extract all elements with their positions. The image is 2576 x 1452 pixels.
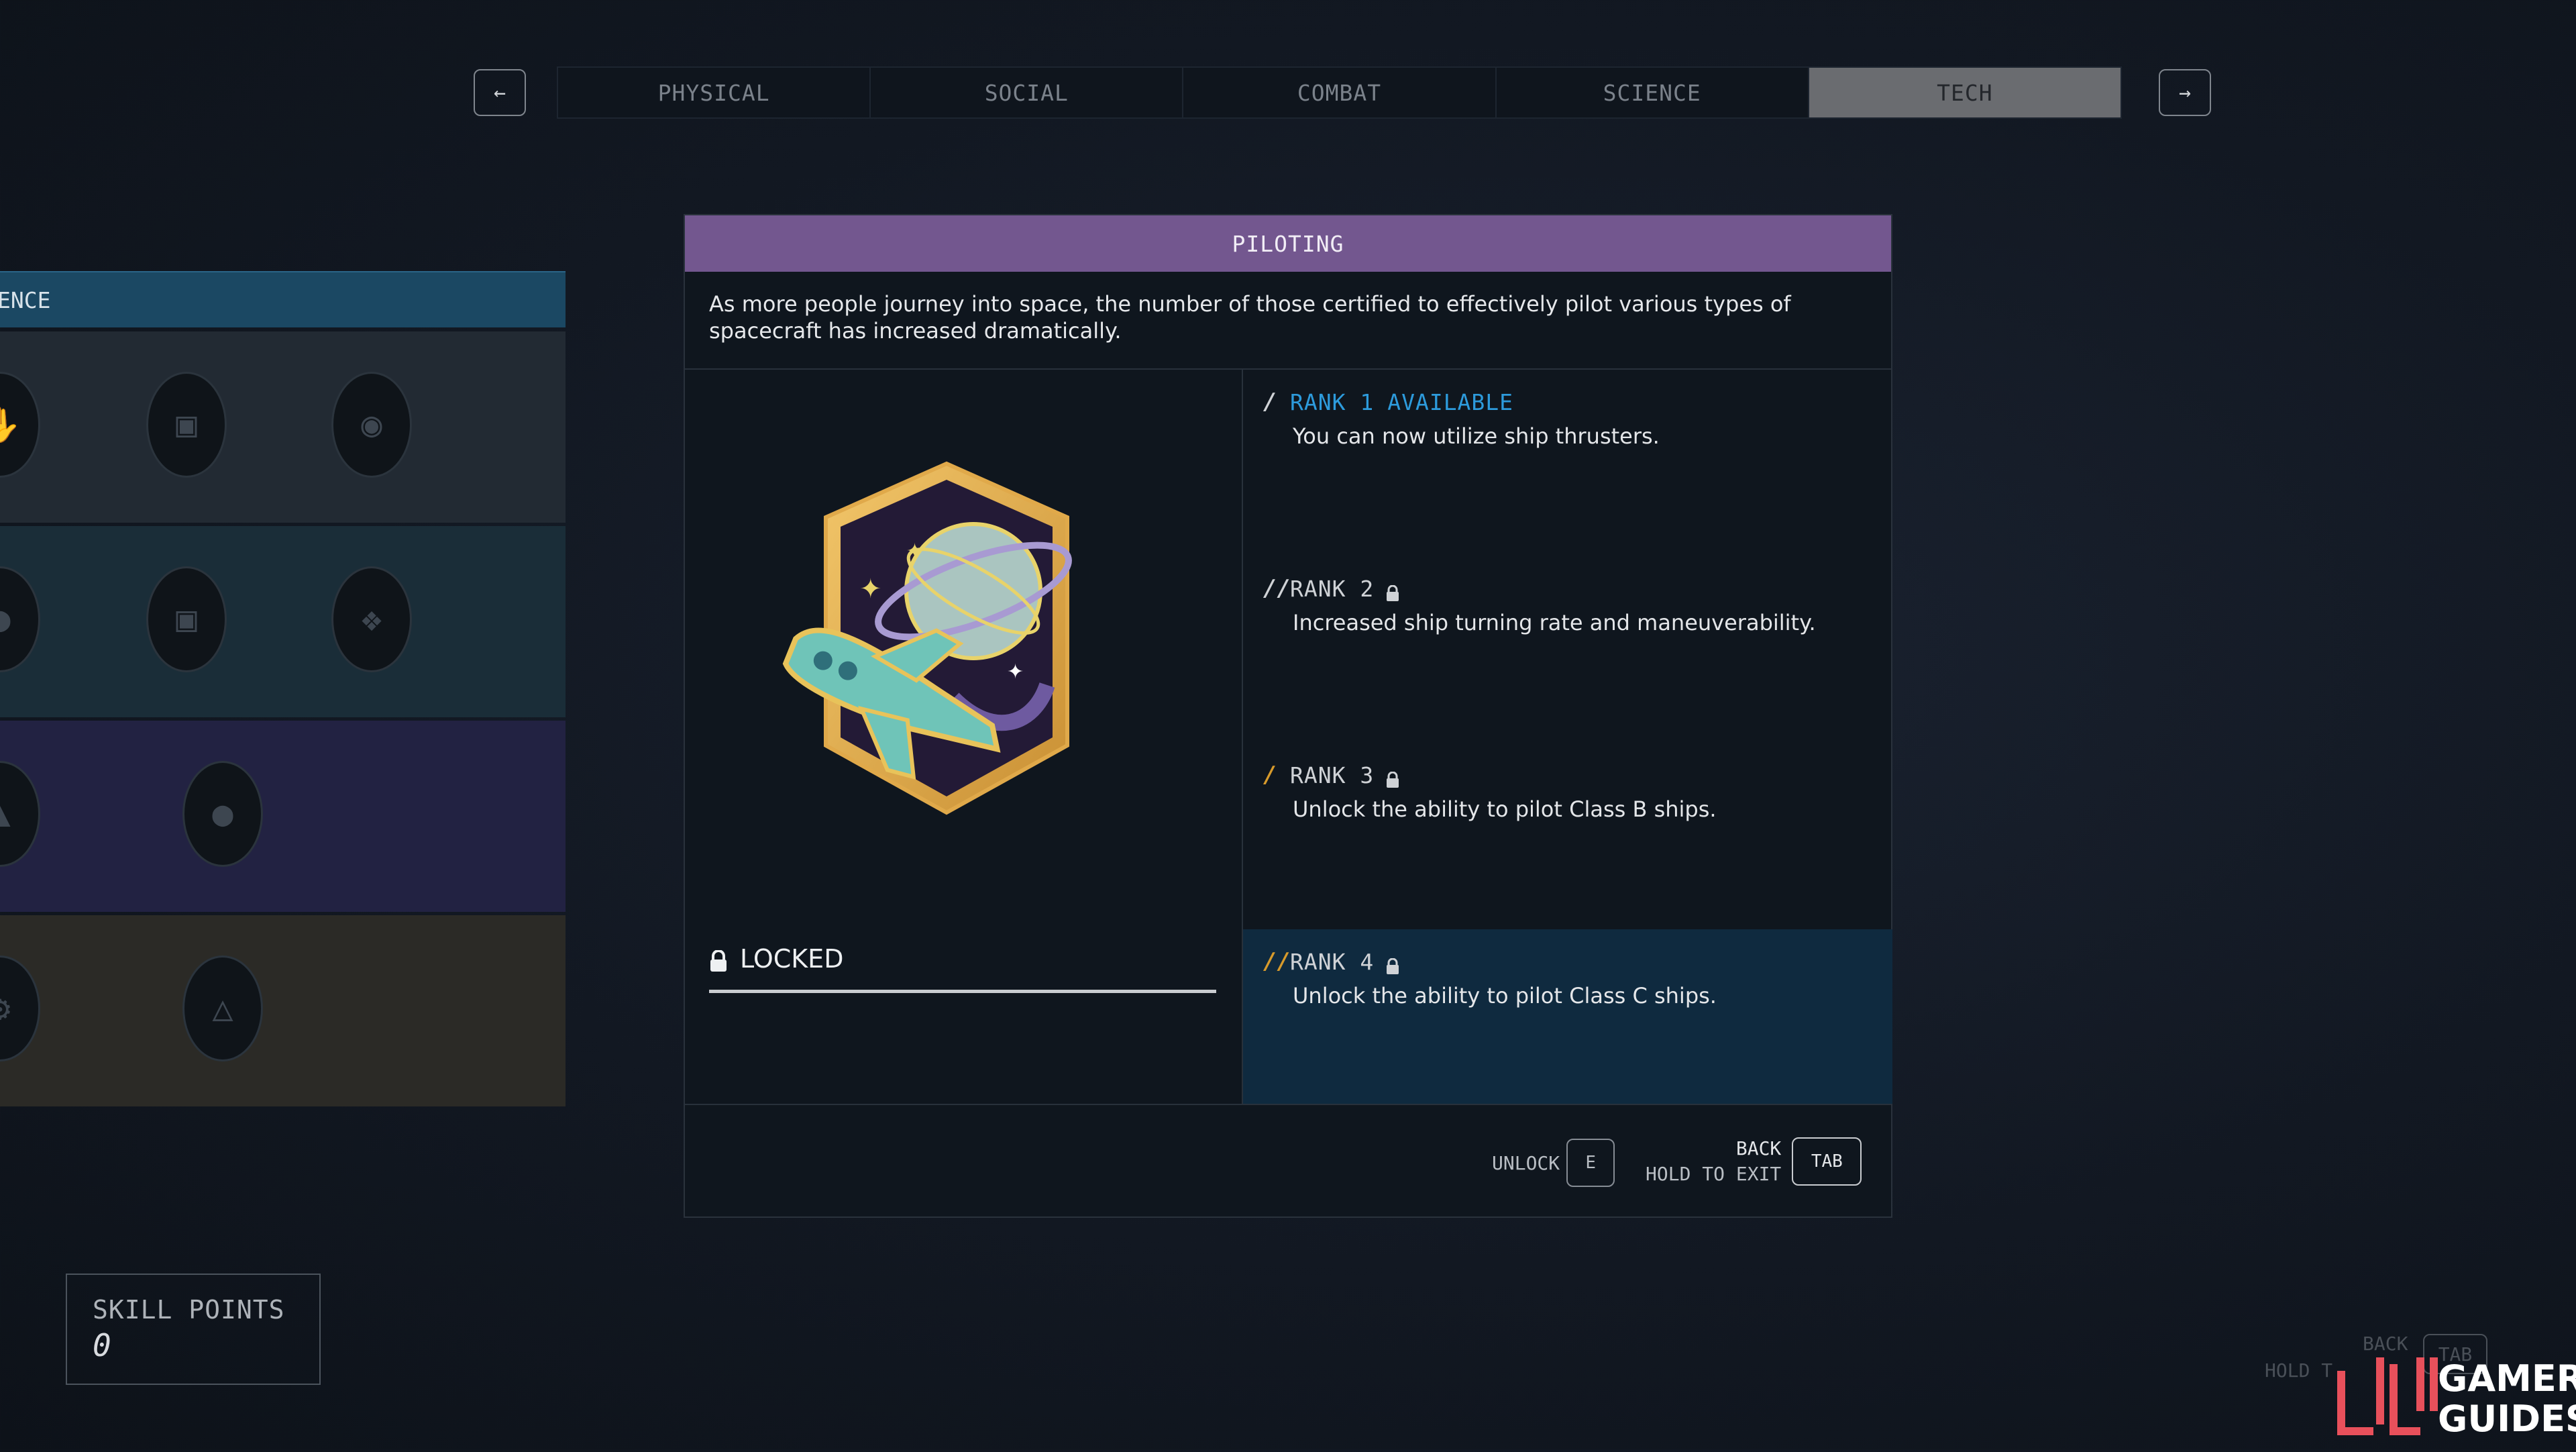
skill-detail-dialog: PILOTING As more people journey into spa… [684,214,1892,1218]
skill-status: LOCKED [709,944,843,974]
skill-node-icon[interactable]: △ [182,955,263,1061]
skill-node-icon[interactable]: ● [182,761,263,867]
skill-description: As more people journey into space, the n… [709,291,1791,344]
rank-3-label: RANK 3 [1290,762,1375,788]
skill-points-label: SKILL POINTS [93,1295,285,1325]
skill-title: PILOTING [685,215,1891,272]
skill-node-icon[interactable]: ◉ [331,372,412,478]
lock-icon [1386,767,1399,788]
rank-2-label: RANK 2 [1290,575,1375,602]
tab-science[interactable]: SCIENCE [1496,66,1809,119]
skill-tier-1: ✋ ▣ ◉ [0,331,566,523]
skill-node-icon[interactable]: ⚙ [0,955,40,1061]
skill-tier-3: ▲ ● [0,721,566,912]
rank-2-description: Increased ship turning rate and maneuver… [1293,610,1816,635]
skill-node-icon[interactable]: ▣ [146,566,227,672]
prev-category-button[interactable]: ← [474,69,526,116]
rank-4-marker-icon: // [1263,948,1291,975]
tab-tech[interactable]: TECH [1809,66,2123,119]
unlock-key[interactable]: E [1566,1139,1615,1187]
unlock-prompt[interactable]: UNLOCK E [1492,1139,1615,1187]
rank-1-description: You can now utilize ship thrusters. [1293,423,1660,449]
rank-4-row[interactable]: // RANK 4 Unlock the ability to pilot Cl… [1243,929,1892,1104]
skill-tree-header: ENCE [0,271,566,327]
watermark-line-2: GUIDES [2438,1398,2576,1440]
lock-icon [1386,580,1399,601]
tab-combat[interactable]: COMBAT [1183,66,1497,119]
category-tabs: PHYSICAL SOCIAL COMBAT SCIENCE TECH [557,66,2123,119]
svg-text:✦: ✦ [1007,660,1024,684]
skill-points-value: 0 [93,1327,111,1363]
rank-1-label: RANK 1 [1290,388,1375,415]
lock-icon [709,948,728,972]
piloting-badge-icon: ✦ ✦ ✦ [752,457,1128,860]
rank-1-status: AVAILABLE [1387,388,1514,415]
skill-node-icon[interactable]: ● [0,566,40,672]
skill-tier-2: ● ▣ ❖ [0,526,566,717]
rank-4-label: RANK 4 [1290,948,1375,975]
rank-2-marker-icon: // [1263,575,1291,602]
skill-node-icon[interactable]: ✋ [0,372,40,478]
svg-text:✦: ✦ [859,574,882,605]
rank-4-description: Unlock the ability to pilot Class C ship… [1293,983,1717,1008]
rank-2-row[interactable]: // RANK 2 Increased ship turning rate an… [1243,556,1892,741]
skill-node-icon[interactable]: ▲ [0,761,40,867]
skill-status-label: LOCKED [740,944,844,974]
arrow-right-icon: → [2178,81,2192,105]
next-category-button[interactable]: → [2159,69,2211,116]
tab-physical[interactable]: PHYSICAL [557,66,871,119]
watermark-text: GAMER GUIDES [2438,1359,2576,1439]
hold-to-exit-label: HOLD TO EXIT [1646,1163,1782,1185]
watermark-line-1: GAMER [2438,1357,2576,1400]
rank-3-description: Unlock the ability to pilot Class B ship… [1293,796,1717,822]
arrow-left-icon: ← [493,81,506,105]
rank-3-row[interactable]: / RANK 3 Unlock the ability to pilot Cla… [1243,743,1892,928]
back-key[interactable]: TAB [1792,1137,1862,1186]
skill-progress-bar [709,990,1216,993]
tab-social[interactable]: SOCIAL [871,66,1184,119]
back-prompt[interactable]: BACK HOLD TO EXIT TAB [1646,1136,1862,1187]
divider [685,1104,1891,1105]
skill-node-icon[interactable]: ❖ [331,566,412,672]
background-hold-label: HOLD T [2265,1359,2333,1382]
skill-tier-4: ⚙ △ [0,915,566,1106]
lock-icon [1386,953,1399,974]
skill-points-panel: SKILL POINTS 0 [66,1274,321,1385]
unlock-label: UNLOCK [1492,1151,1560,1174]
svg-text:✦: ✦ [906,539,923,563]
rank-1-row[interactable]: / RANK 1 AVAILABLE You can now utilize s… [1243,370,1892,555]
skill-tree-header-label: ENCE [0,287,51,313]
skill-node-icon[interactable]: ▣ [146,372,227,478]
back-label: BACK [1735,1137,1782,1159]
rank-3-marker-icon: / [1263,762,1277,788]
rank-1-marker-icon: / [1263,388,1277,415]
